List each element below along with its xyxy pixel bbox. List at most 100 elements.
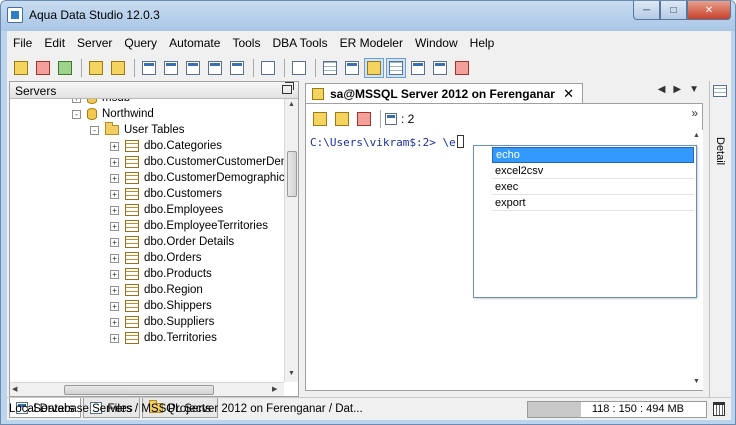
chart-view-button[interactable] (452, 58, 472, 78)
tree-node[interactable]: + dbo.Suppliers (110, 314, 214, 330)
console-view-button[interactable] (364, 58, 384, 78)
compare-button[interactable] (183, 58, 203, 78)
collapse-icon[interactable]: - (72, 109, 81, 119)
garbage-collect-icon[interactable] (713, 402, 725, 416)
expand-icon[interactable]: + (110, 141, 119, 151)
tab-editor-connection[interactable]: sa@MSSQL Server 2012 on Ferenganar ✕ (305, 83, 583, 103)
horizontal-scroll-thumb[interactable] (64, 385, 214, 395)
toolbar-separator (284, 59, 285, 77)
tree-node[interactable]: + dbo.Region (110, 282, 203, 298)
tree-node[interactable]: + dbo.EmployeeTerritories (110, 218, 268, 234)
table-data-editor-button[interactable] (139, 58, 159, 78)
unregister-server-button[interactable] (33, 58, 53, 78)
console-prompt-line[interactable]: C:\Users\vikram$:2> \e (310, 135, 464, 149)
title-bar[interactable]: Aqua Data Studio 12.0.3 ─ □ ✕ (1, 1, 735, 31)
menu-help[interactable]: Help (464, 33, 501, 55)
more-tools-icon[interactable]: » (691, 106, 698, 120)
expand-icon[interactable]: + (110, 285, 119, 295)
restore-window-icon[interactable] (282, 82, 294, 94)
paste-button[interactable] (332, 109, 352, 129)
completion-item[interactable]: exec (492, 179, 694, 195)
tree-horizontal-scrollbar[interactable]: ◀ ▶ (10, 382, 284, 396)
query-analyzer-button[interactable] (86, 58, 106, 78)
menu-window[interactable]: Window (409, 33, 464, 55)
execute-button[interactable] (310, 109, 330, 129)
menu-edit[interactable]: Edit (38, 33, 71, 55)
expand-icon[interactable]: + (110, 253, 119, 263)
completion-item[interactable]: export (492, 195, 694, 211)
memory-indicator[interactable]: 118 : 150 : 494 MB (527, 401, 707, 418)
tree-node[interactable]: + dbo.Categories (110, 138, 222, 154)
menu-query[interactable]: Query (118, 33, 163, 55)
explain-view-button[interactable] (430, 58, 450, 78)
menu-server[interactable]: Server (71, 33, 118, 55)
schema-script-button[interactable] (161, 58, 181, 78)
tab-prev-icon[interactable]: ◀ (658, 84, 666, 95)
expand-icon[interactable]: + (110, 205, 119, 215)
scroll-up-arrow-icon[interactable]: ▲ (693, 132, 700, 139)
menu-dba-tools[interactable]: DBA Tools (266, 33, 333, 55)
minimize-button[interactable]: ─ (633, 1, 660, 20)
expand-icon[interactable]: + (72, 99, 81, 103)
monitor-button[interactable] (227, 58, 247, 78)
tab-list-icon[interactable]: ▼ (689, 84, 699, 95)
menu-er-modeler[interactable]: ER Modeler (334, 33, 409, 55)
pivot-view-button[interactable] (408, 58, 428, 78)
toolbar-separator (315, 59, 316, 77)
menu-file[interactable]: File (7, 33, 38, 55)
tree-node[interactable]: + dbo.Products (110, 266, 212, 282)
tree-vertical-scrollbar[interactable]: ▲ ▼ (284, 99, 298, 382)
clear-button[interactable] (354, 109, 374, 129)
completion-item[interactable]: echo (492, 147, 694, 163)
console-prompt: C:\Users\vikram$:2> \e (310, 136, 456, 149)
script-button[interactable] (258, 58, 278, 78)
tree-node[interactable]: - Northwind (72, 106, 154, 122)
expand-icon[interactable]: + (110, 173, 119, 183)
expand-icon[interactable]: + (110, 301, 119, 311)
tree-node[interactable]: + dbo.Customers (110, 186, 222, 202)
text-view-button[interactable] (386, 58, 406, 78)
register-server-button[interactable] (11, 58, 31, 78)
expand-icon[interactable]: + (110, 189, 119, 199)
scroll-thumb[interactable] (287, 151, 297, 197)
close-tab-icon[interactable]: ✕ (563, 86, 574, 102)
tree-node[interactable]: + dbo.Employees (110, 202, 223, 218)
scroll-right-arrow-icon[interactable]: ▶ (272, 385, 277, 393)
tree-node[interactable]: + dbo.Territories (110, 330, 217, 346)
tree-node[interactable]: + dbo.Orders (110, 250, 202, 266)
tree-node[interactable]: + dbo.Shippers (110, 298, 212, 314)
maximize-button[interactable]: □ (660, 1, 687, 20)
scroll-left-arrow-icon[interactable]: ◀ (12, 385, 17, 393)
tree-node-label: Northwind (102, 108, 154, 120)
scroll-down-arrow-icon[interactable]: ▼ (693, 378, 700, 385)
app-logo-icon (7, 7, 23, 23)
detail-panel[interactable]: Detail (709, 81, 729, 397)
menu-automate[interactable]: Automate (163, 33, 226, 55)
tree-node[interactable]: + dbo.CustomerDemographics (110, 170, 284, 186)
expand-icon[interactable]: + (110, 221, 119, 231)
grid-view-button[interactable] (320, 58, 340, 78)
scroll-down-arrow-icon[interactable]: ▼ (288, 370, 295, 377)
import-button[interactable] (205, 58, 225, 78)
connect-server-button[interactable] (55, 58, 75, 78)
tree-node[interactable]: + msdb (72, 99, 130, 106)
tree-node[interactable]: + dbo.CustomerCustomerDem (110, 154, 284, 170)
tab-next-icon[interactable]: ▶ (673, 84, 681, 95)
expand-icon[interactable]: + (110, 237, 119, 247)
expand-icon[interactable]: + (110, 157, 119, 167)
menu-tools[interactable]: Tools (226, 33, 266, 55)
completion-item[interactable]: excel2csv (492, 163, 694, 179)
tree-node[interactable]: - User Tables (90, 122, 185, 138)
table-icon (125, 332, 139, 344)
tree-node[interactable]: + dbo.Order Details (110, 234, 234, 250)
expand-icon[interactable]: + (110, 269, 119, 279)
collapse-icon[interactable]: - (90, 125, 99, 135)
form-view-button[interactable] (342, 58, 362, 78)
app-window: Aqua Data Studio 12.0.3 ─ □ ✕ File Edit … (0, 0, 736, 425)
close-button[interactable]: ✕ (687, 1, 731, 20)
query-builder-button[interactable] (108, 58, 128, 78)
calculator-button[interactable] (289, 58, 309, 78)
expand-icon[interactable]: + (110, 333, 119, 343)
expand-icon[interactable]: + (110, 317, 119, 327)
scroll-up-arrow-icon[interactable]: ▲ (288, 101, 295, 108)
